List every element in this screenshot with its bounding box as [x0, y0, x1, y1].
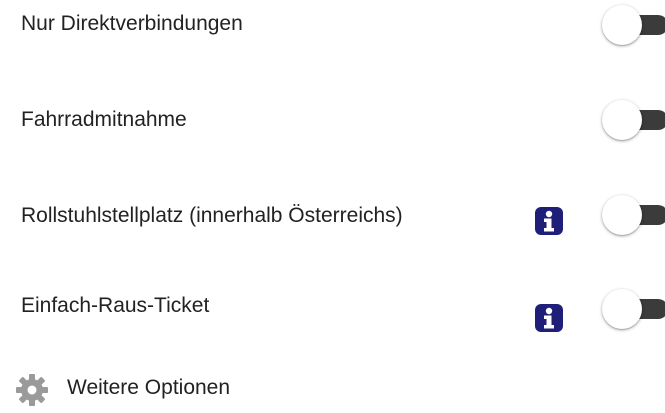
- more-options-button[interactable]: Weitere Optionen: [14, 370, 314, 406]
- toggle-knob: [602, 100, 642, 140]
- option-label: Einfach-Raus-Ticket: [21, 294, 210, 317]
- toggle-direct-connections[interactable]: [602, 5, 665, 45]
- option-row-einfach-raus-ticket: Einfach-Raus-Ticket: [0, 276, 665, 336]
- toggle-wheelchair[interactable]: [602, 195, 665, 235]
- option-label: Nur Direktverbindungen: [21, 12, 243, 35]
- option-row-bicycle: Fahrradmitnahme: [0, 93, 665, 153]
- info-icon[interactable]: [534, 303, 564, 333]
- gear-icon: [14, 372, 50, 408]
- option-label: Rollstuhlstellplatz (innerhalb Österreic…: [21, 204, 403, 227]
- toggle-bicycle[interactable]: [602, 100, 665, 140]
- toggle-knob: [602, 5, 642, 45]
- toggle-knob: [602, 195, 642, 235]
- more-options-label: Weitere Optionen: [67, 376, 231, 399]
- toggle-einfach-raus-ticket[interactable]: [602, 289, 665, 329]
- toggle-knob: [602, 289, 642, 329]
- option-label: Fahrradmitnahme: [21, 108, 187, 131]
- option-row-direct-connections: Nur Direktverbindungen: [0, 0, 665, 60]
- info-icon[interactable]: [534, 206, 564, 236]
- option-row-wheelchair: Rollstuhlstellplatz (innerhalb Österreic…: [0, 190, 665, 250]
